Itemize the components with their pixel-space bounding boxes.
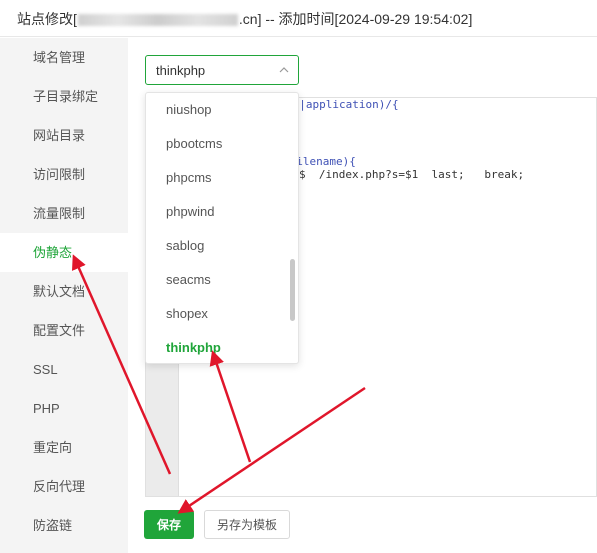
- sidebar-item-rewrite[interactable]: 伪静态: [0, 233, 128, 272]
- save-button[interactable]: 保存: [144, 510, 194, 539]
- sidebar-item-domain[interactable]: 域名管理: [0, 38, 128, 77]
- dropdown-scrollbar[interactable]: [290, 259, 295, 321]
- dropdown-option-phpwind[interactable]: phpwind: [146, 195, 286, 229]
- sidebar-item-traffic-limit[interactable]: 流量限制: [0, 194, 128, 233]
- dropdown-option-seacms[interactable]: seacms: [146, 263, 286, 297]
- dropdown-option-niushop[interactable]: niushop: [146, 93, 286, 127]
- dropdown-option-sablog[interactable]: sablog: [146, 229, 286, 263]
- save-as-template-button[interactable]: 另存为模板: [204, 510, 290, 539]
- sidebar-item-subdir-binding[interactable]: 子目录绑定: [0, 77, 128, 116]
- title-suffix: .cn] -- 添加时间[2024-09-29 19:54:02]: [238, 11, 473, 27]
- dropdown-option-pbootcms[interactable]: pbootcms: [146, 127, 286, 161]
- sidebar-item-site-directory[interactable]: 网站目录: [0, 116, 128, 155]
- sidebar-item-config-file[interactable]: 配置文件: [0, 311, 128, 350]
- select-value: thinkphp: [156, 63, 206, 78]
- code-line-3: $ /index.php?s=$1 last; break;: [299, 168, 524, 181]
- sidebar: 域名管理 子目录绑定 网站目录 访问限制 流量限制 伪静态 默认文档 配置文件 …: [0, 38, 128, 553]
- blurred-domain: [77, 14, 238, 27]
- code-text: me|application)/{: [286, 98, 399, 111]
- sidebar-item-redirect[interactable]: 重定向: [0, 428, 128, 467]
- title-prefix: 站点修改[: [17, 11, 77, 27]
- sidebar-item-ssl[interactable]: SSL: [0, 350, 128, 389]
- code-line-1: me|application)/{: [286, 98, 399, 111]
- template-dropdown: niushop pbootcms phpcms phpwind sablog s…: [145, 92, 299, 364]
- dialog-title-bar: 站点修改[ .cn] -- 添加时间[2024-09-29 19:54:02]: [0, 0, 597, 37]
- sidebar-item-php[interactable]: PHP: [0, 389, 128, 428]
- dropdown-option-thinkphp[interactable]: thinkphp: [146, 331, 286, 363]
- sidebar-item-access-limit[interactable]: 访问限制: [0, 155, 128, 194]
- dropdown-option-phpcms[interactable]: phpcms: [146, 161, 286, 195]
- rewrite-template-select[interactable]: thinkphp: [145, 55, 299, 85]
- chevron-up-icon: [279, 67, 289, 73]
- dialog-title: 站点修改[ .cn] -- 添加时间[2024-09-29 19:54:02]: [17, 9, 472, 29]
- code-text: $ /index.php?s=$1 last; break;: [299, 168, 525, 181]
- sidebar-item-reverse-proxy[interactable]: 反向代理: [0, 467, 128, 506]
- sidebar-item-hotlink-protection[interactable]: 防盗链: [0, 506, 128, 545]
- dropdown-option-shopex[interactable]: shopex: [146, 297, 286, 331]
- sidebar-item-default-doc[interactable]: 默认文档: [0, 272, 128, 311]
